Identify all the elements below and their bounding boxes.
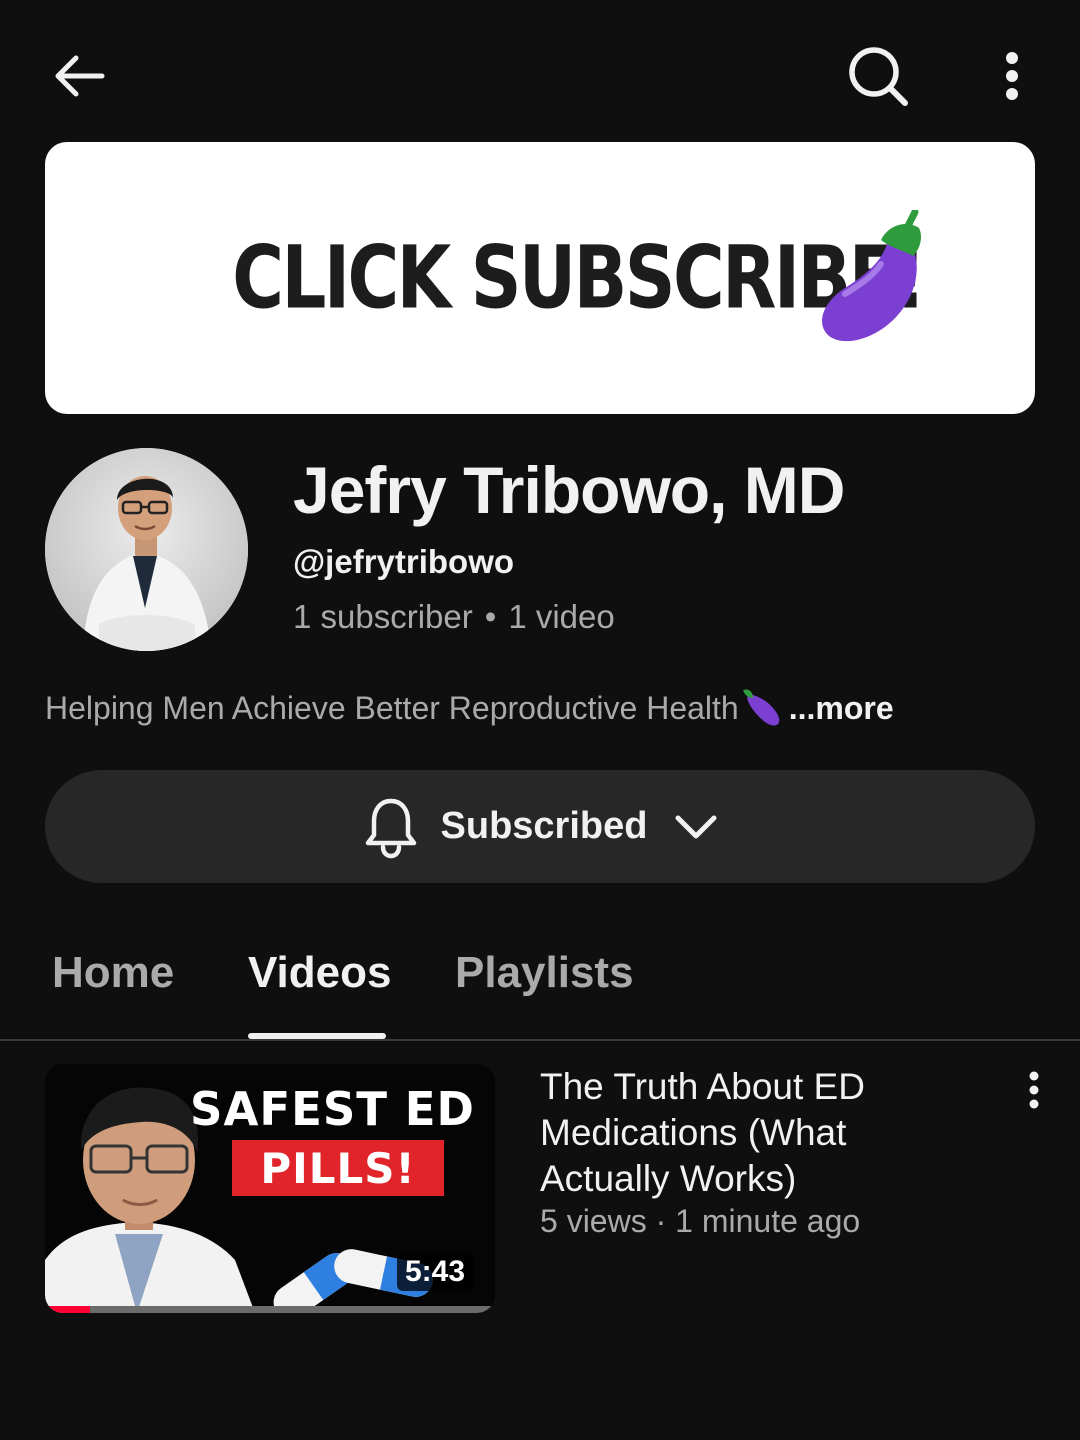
channel-stats: 1 subscriber • 1 video (293, 598, 615, 636)
avatar-photo (45, 448, 248, 651)
stats-separator: • (484, 598, 497, 635)
video-title[interactable]: The Truth About ED Medications (What Act… (540, 1064, 960, 1202)
tab-playlists[interactable]: Playlists (455, 948, 634, 998)
channel-avatar[interactable] (45, 448, 248, 651)
description-text: Helping Men Achieve Better Reproductive … (45, 689, 739, 726)
channel-name: Jefry Tribowo, MD (293, 453, 845, 527)
thumbnail-headline: SAFEST ED (190, 1082, 475, 1136)
channel-description[interactable]: Helping Men Achieve Better Reproductive … (45, 688, 894, 728)
eggplant-icon (822, 210, 921, 342)
channel-handle: @jefrytribowo (293, 543, 515, 580)
subscribed-label: Subscribed (440, 805, 648, 847)
more-vertical-icon (1029, 1071, 1039, 1109)
eggplant-icon (742, 689, 780, 726)
more-options-button[interactable] (988, 40, 1036, 112)
video-meta: 5 views · 1 minute ago (540, 1203, 861, 1239)
subscriber-count: 1 subscriber (293, 598, 473, 635)
video-more-button[interactable] (1012, 1064, 1056, 1116)
more-vertical-icon (1006, 52, 1018, 100)
subscribed-button[interactable]: Subscribed (45, 770, 1035, 883)
more-link[interactable]: ...more (789, 690, 894, 727)
thumbnail-badge: PILLS! (232, 1140, 444, 1196)
tabs-divider (0, 1039, 1080, 1041)
bell-icon (365, 798, 416, 858)
search-button[interactable] (840, 38, 916, 114)
chevron-down-icon (675, 815, 717, 838)
search-icon (849, 47, 908, 106)
back-button[interactable] (40, 40, 116, 112)
video-thumbnail[interactable]: SAFEST ED PILLS! 5:43 (45, 1064, 495, 1313)
watch-progress-bar (45, 1306, 495, 1313)
tab-home[interactable]: Home (52, 948, 174, 998)
arrow-left-icon (55, 55, 105, 97)
video-count: 1 video (508, 598, 615, 635)
watch-progress-fill (45, 1306, 90, 1313)
tab-videos[interactable]: Videos (248, 948, 391, 998)
thumbnail-badge-text: PILLS! (260, 1143, 416, 1193)
video-duration: 5:43 (396, 1253, 473, 1291)
